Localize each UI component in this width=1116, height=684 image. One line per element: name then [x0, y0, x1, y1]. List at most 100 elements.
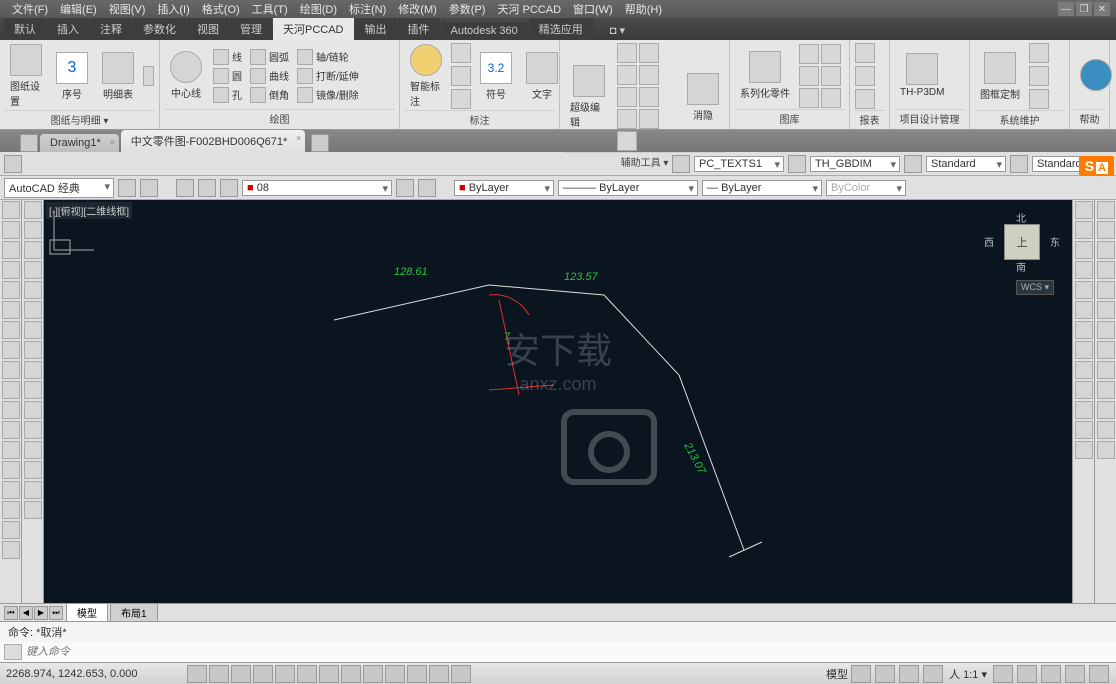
- menu-parametric[interactable]: 参数(P): [443, 1, 492, 17]
- navbar-icon[interactable]: [1075, 321, 1093, 339]
- ribbon-tab-view[interactable]: 视图: [187, 18, 229, 40]
- menu-pccad[interactable]: 天河 PCCAD: [491, 1, 567, 17]
- navbar-icon[interactable]: [1075, 341, 1093, 359]
- props-handle-icon[interactable]: [4, 155, 22, 173]
- close-tab-icon[interactable]: ×: [296, 133, 301, 143]
- ribbon-tab-default[interactable]: 默认: [4, 18, 46, 40]
- status-tool-icon[interactable]: [875, 665, 895, 683]
- modify-fillet-icon[interactable]: [24, 481, 42, 499]
- menu-file[interactable]: 文件(F): [6, 1, 54, 17]
- report-tool-icon[interactable]: [855, 89, 875, 109]
- aux-tool-icon[interactable]: [617, 87, 637, 107]
- ribbon-tab-insert[interactable]: 插入: [47, 18, 89, 40]
- status-tool-icon[interactable]: [851, 665, 871, 683]
- close-tab-icon[interactable]: ×: [109, 137, 114, 147]
- doc-tab-handle-icon[interactable]: [20, 134, 38, 152]
- layout-nav-prev-icon[interactable]: ◀: [19, 606, 33, 620]
- navbar-icon[interactable]: [1075, 261, 1093, 279]
- text-button[interactable]: 文字: [520, 50, 564, 103]
- lineweight-dropdown[interactable]: — ByLayer: [702, 180, 822, 196]
- hide-button[interactable]: 消隐: [681, 71, 725, 124]
- annotation-scale[interactable]: 人 1:1 ▾: [946, 666, 990, 682]
- centerline-button[interactable]: 中心线: [164, 49, 208, 102]
- coordinates-display[interactable]: 2268.974, 1242.653, 0.000: [6, 668, 186, 680]
- modify-stretch-icon[interactable]: [24, 361, 42, 379]
- draw-pline-icon[interactable]: [2, 221, 20, 239]
- aux-tool-icon[interactable]: [617, 131, 637, 151]
- menu-view[interactable]: 视图(V): [103, 1, 152, 17]
- modify-join-icon[interactable]: [24, 441, 42, 459]
- sys-tool-icon[interactable]: [1029, 66, 1049, 86]
- pccad-tool-icon[interactable]: [1097, 221, 1115, 239]
- serial-parts-button[interactable]: 系列化零件: [734, 49, 796, 102]
- curve-button[interactable]: 曲线: [247, 67, 292, 85]
- pccad-tool-icon[interactable]: [1097, 261, 1115, 279]
- modify-break-icon[interactable]: [24, 421, 42, 439]
- menu-edit[interactable]: 编辑(E): [54, 1, 103, 17]
- navbar-icon[interactable]: [1075, 381, 1093, 399]
- layer-tool2-icon[interactable]: [198, 179, 216, 197]
- super-edit-button[interactable]: 超级编辑: [564, 63, 614, 131]
- status-tool-icon[interactable]: [1041, 665, 1061, 683]
- window-minimize-button[interactable]: —: [1058, 2, 1074, 16]
- ribbon-tab-parametric[interactable]: 参数化: [133, 18, 186, 40]
- sc-toggle-icon[interactable]: [429, 665, 449, 683]
- pccad-tool-icon[interactable]: [1097, 341, 1115, 359]
- modify-mirror-icon[interactable]: [24, 241, 42, 259]
- window-restore-button[interactable]: ❐: [1076, 2, 1092, 16]
- mlstyle-icon[interactable]: [1010, 155, 1028, 173]
- layer-tool3-icon[interactable]: [220, 179, 238, 197]
- bom-button[interactable]: 明细表: [96, 50, 140, 103]
- draw-arc-icon[interactable]: [2, 261, 20, 279]
- chamfer-button[interactable]: 倒角: [247, 86, 292, 104]
- frame-custom-button[interactable]: 图框定制: [974, 50, 1026, 103]
- modify-explode-icon[interactable]: [24, 501, 42, 519]
- status-tool-icon[interactable]: [923, 665, 943, 683]
- navbar-icon[interactable]: [1075, 221, 1093, 239]
- ortho-toggle-icon[interactable]: [231, 665, 251, 683]
- window-close-button[interactable]: ✕: [1094, 2, 1110, 16]
- qp-toggle-icon[interactable]: [407, 665, 427, 683]
- ribbon-tab-manage[interactable]: 管理: [230, 18, 272, 40]
- layer-dropdown[interactable]: ■ 08: [242, 180, 392, 196]
- ribbon-tab-plugins[interactable]: 插件: [398, 18, 440, 40]
- draw-rect-icon[interactable]: [2, 281, 20, 299]
- pccad-tool-icon[interactable]: [1097, 241, 1115, 259]
- draw-tool-icon[interactable]: [2, 541, 20, 559]
- aux-tool-icon[interactable]: [639, 109, 659, 129]
- layer-tool1-icon[interactable]: [176, 179, 194, 197]
- model-space-label[interactable]: 模型: [826, 666, 848, 682]
- ribbon-tab-annotate[interactable]: 注释: [90, 18, 132, 40]
- viewcube-top[interactable]: 上: [1004, 224, 1040, 260]
- circle-button[interactable]: 圆: [210, 67, 245, 85]
- drawing-canvas[interactable]: [-][俯视][二维线框] 128.61 123.57 213.07 7 安下载…: [44, 200, 1072, 603]
- pccad-tool-icon[interactable]: [1097, 441, 1115, 459]
- color-dropdown[interactable]: ■ ByLayer: [454, 180, 554, 196]
- navbar-icon[interactable]: [1075, 361, 1093, 379]
- navbar-icon[interactable]: [1075, 301, 1093, 319]
- textstyle-icon[interactable]: [672, 155, 690, 173]
- aux-tool-icon[interactable]: [639, 43, 659, 63]
- lib-tool-icon[interactable]: [799, 44, 819, 64]
- mirror-delete-button[interactable]: 镜像/删除: [294, 86, 362, 104]
- doc-tab-active[interactable]: 中文零件图-F002BHD006Q671*×: [121, 130, 306, 152]
- ribbon-tab-featured[interactable]: 精选应用: [529, 18, 593, 40]
- report-tool-icon[interactable]: [855, 66, 875, 86]
- tablestyle-icon[interactable]: [904, 155, 922, 173]
- dim-tool-1-icon[interactable]: [451, 43, 471, 63]
- navbar-icon[interactable]: [1075, 441, 1093, 459]
- menu-window[interactable]: 窗口(W): [567, 1, 619, 17]
- pccad-tool-icon[interactable]: [1097, 381, 1115, 399]
- layout-tab-model[interactable]: 模型: [66, 603, 108, 622]
- status-tool-icon[interactable]: [899, 665, 919, 683]
- aux-tool-icon[interactable]: [639, 87, 659, 107]
- am-toggle-icon[interactable]: [451, 665, 471, 683]
- break-extend-button[interactable]: 打断/延伸: [294, 67, 362, 85]
- grid-toggle-icon[interactable]: [209, 665, 229, 683]
- layer-manager-icon[interactable]: [396, 179, 414, 197]
- arc-button[interactable]: 圆弧: [247, 48, 292, 66]
- dyn-toggle-icon[interactable]: [341, 665, 361, 683]
- pccad-tool-icon[interactable]: [1097, 421, 1115, 439]
- layout-tab-layout1[interactable]: 布局1: [110, 603, 158, 622]
- hole-button[interactable]: 孔: [210, 86, 245, 104]
